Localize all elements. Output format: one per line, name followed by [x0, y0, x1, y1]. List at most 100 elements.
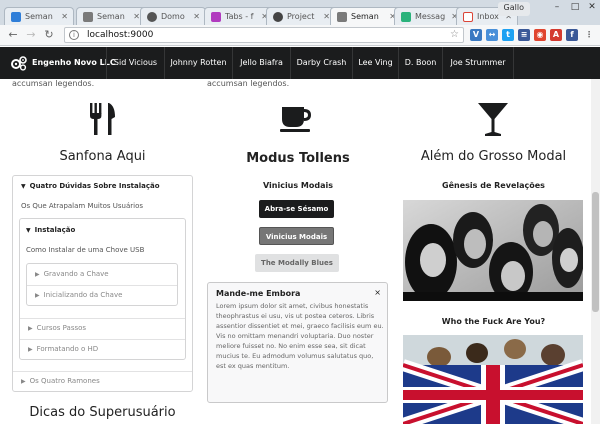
- column-title: Sanfona Aqui: [59, 149, 146, 164]
- extension-record-icon[interactable]: ◉: [534, 29, 546, 41]
- extension-facebook-icon[interactable]: f: [566, 29, 578, 41]
- tab-title: Tabs - f: [225, 12, 254, 21]
- nav-item-johnny-rotten[interactable]: Johnny Rotten: [164, 47, 232, 79]
- browser-tab[interactable]: Seman ✕: [76, 7, 146, 25]
- accordion-title-label: Cursos Passos: [36, 324, 87, 332]
- accordion-title[interactable]: ▶ Cursos Passos: [28, 324, 86, 332]
- dismissable-message: Mande-me Embora × Lorem ipsum dolor sit …: [207, 282, 388, 403]
- accordion-title[interactable]: ▶ Os Quatro Ramones: [21, 377, 100, 385]
- modal-button[interactable]: Vinicius Modais: [259, 227, 334, 245]
- info-icon[interactable]: i: [69, 30, 79, 40]
- brand[interactable]: Engenho Novo LLC: [10, 55, 116, 71]
- extension-a-icon[interactable]: A: [550, 29, 562, 41]
- browser-tab[interactable]: Domo ✕: [140, 7, 206, 25]
- tab-favicon-icon: [273, 12, 283, 22]
- caret-right-icon: ▶: [35, 271, 40, 278]
- browser-tab[interactable]: Tabs - f ✕: [204, 7, 274, 25]
- back-icon[interactable]: ←: [6, 28, 20, 42]
- accordion-title[interactable]: ▼ Quatro Dúvidas Sobre Instalação: [21, 182, 160, 190]
- nav-item-sid-vicious[interactable]: Sid Vicious: [106, 47, 164, 79]
- extension-twitter-icon[interactable]: t: [502, 29, 514, 41]
- column-title: Modus Tollens: [246, 151, 350, 166]
- divider: [20, 339, 185, 340]
- tab-favicon-icon: [83, 12, 93, 22]
- tab-favicon-icon: [11, 12, 21, 22]
- nav-item-darby-crash[interactable]: Darby Crash: [290, 47, 352, 79]
- nav-item-joe-strummer[interactable]: Joe Strummer: [442, 47, 514, 79]
- browser-tab[interactable]: Messag ✕: [394, 7, 464, 25]
- accordion-title-label: Instalação: [34, 226, 76, 234]
- column-subtitle: Vinicius Modais: [262, 181, 334, 190]
- minimize-icon[interactable]: –: [548, 2, 566, 16]
- brand-name: Engenho Novo LLC: [32, 58, 116, 67]
- caret-right-icon: ▶: [35, 292, 40, 299]
- nav-item-jello-biafra[interactable]: Jello Biafra: [232, 47, 290, 79]
- address-bar[interactable]: i localhost:9000 ☆: [64, 27, 464, 43]
- cutoff-text: accumsan legendos.: [12, 79, 95, 88]
- extension-list-icon[interactable]: ≡: [518, 29, 530, 41]
- maximize-icon[interactable]: □: [566, 2, 584, 16]
- band-photo-image: [403, 200, 583, 301]
- browser-toolbar: ← → ↻ i localhost:9000 ☆ V ↔ t ≡ ◉ A f ⋮: [0, 25, 600, 46]
- bookmark-star-icon[interactable]: ☆: [450, 29, 459, 40]
- extension-v-icon[interactable]: V: [470, 29, 482, 41]
- tab-title: Project: [287, 12, 315, 21]
- caret-right-icon: ▶: [28, 346, 33, 353]
- accordion-title[interactable]: ▶ Formatando o HD: [28, 345, 98, 353]
- cocktail-glass-icon: [478, 103, 508, 136]
- tab-favicon-icon: [147, 12, 157, 22]
- close-tab-icon[interactable]: ✕: [133, 12, 140, 21]
- accordion: ▼ Quatro Dúvidas Sobre Instalação Os Que …: [12, 175, 193, 392]
- open-modal-button[interactable]: Abra-se Sésamo: [259, 200, 334, 218]
- browser-tab[interactable]: Seman ✕: [4, 7, 74, 25]
- extension-sync-icon[interactable]: ↔: [486, 29, 498, 41]
- tab-favicon-icon: [211, 12, 221, 22]
- reload-icon[interactable]: ↻: [42, 28, 56, 42]
- close-tab-icon[interactable]: ✕: [323, 12, 330, 21]
- cutoff-text: accumsan legendos.: [207, 79, 290, 88]
- tab-title: Seman: [25, 12, 53, 21]
- close-window-icon[interactable]: ✕: [583, 2, 600, 16]
- accordion-content-text: Como Instalar de uma Chove USB: [26, 246, 145, 254]
- divider: [27, 285, 177, 286]
- divider: [13, 371, 192, 372]
- column-subtitle: Who the Fuck Are You?: [441, 317, 546, 326]
- tab-title: Inbox: [477, 12, 499, 21]
- accordion-content-text: Os Que Atrapalam Muitos Usuários: [21, 202, 144, 210]
- accordion-title-label: Os Quatro Ramones: [29, 377, 100, 385]
- tab-title: Seman: [351, 12, 379, 21]
- accordion-title[interactable]: ▶ Gravando a Chave: [35, 270, 109, 278]
- accordion-title-label: Gravando a Chave: [43, 270, 109, 278]
- accordion-title-label: Inicializando da Chave: [43, 291, 123, 299]
- close-tab-icon[interactable]: ✕: [193, 12, 200, 21]
- nav-item-d-boon[interactable]: D. Boon: [398, 47, 442, 79]
- nav-item-lee-ving[interactable]: Lee Ving: [352, 47, 398, 79]
- scrollbar-thumb[interactable]: [592, 192, 599, 312]
- url-text[interactable]: localhost:9000: [87, 30, 153, 40]
- forward-icon[interactable]: →: [24, 28, 38, 42]
- accordion-title-label: Quatro Dúvidas Sobre Instalação: [29, 182, 160, 190]
- accordion-title[interactable]: ▶ Inicializando da Chave: [35, 291, 122, 299]
- caret-right-icon: ▶: [21, 378, 26, 385]
- menu-icon[interactable]: ⋮: [583, 29, 595, 41]
- modal-blues-button[interactable]: The Modally Blues: [255, 254, 339, 272]
- close-icon[interactable]: ×: [374, 288, 381, 297]
- nested-accordion: ▼ Instalação Como Instalar de uma Chove U…: [19, 218, 186, 360]
- union-jack-photo-image: [403, 335, 583, 424]
- tab-title: Seman: [97, 12, 125, 21]
- section-title: Dicas do Superusuário: [29, 405, 176, 420]
- accordion-title[interactable]: ▼ Instalação: [26, 226, 75, 234]
- message-header: Mande-me Embora: [216, 289, 301, 298]
- page-content: accumsan legendos. Sanfona Aqui ▼ Quatro …: [0, 79, 600, 424]
- column-title: Além do Grosso Modal: [420, 149, 567, 164]
- profile-chip[interactable]: Gallo: [497, 2, 530, 16]
- close-tab-icon[interactable]: ✕: [61, 12, 68, 21]
- browser-tab-active[interactable]: Seman ✕: [330, 7, 402, 25]
- browser-tab[interactable]: Project ✕: [266, 7, 336, 25]
- nested-accordion: ▶ Gravando a Chave ▶ Inicializando da Chav…: [26, 263, 178, 306]
- tab-favicon-icon: [401, 12, 411, 22]
- page-scrollbar[interactable]: [591, 79, 600, 424]
- caret-right-icon: ▶: [28, 325, 33, 332]
- gears-icon: [11, 56, 27, 71]
- caret-down-icon: ▼: [26, 227, 31, 234]
